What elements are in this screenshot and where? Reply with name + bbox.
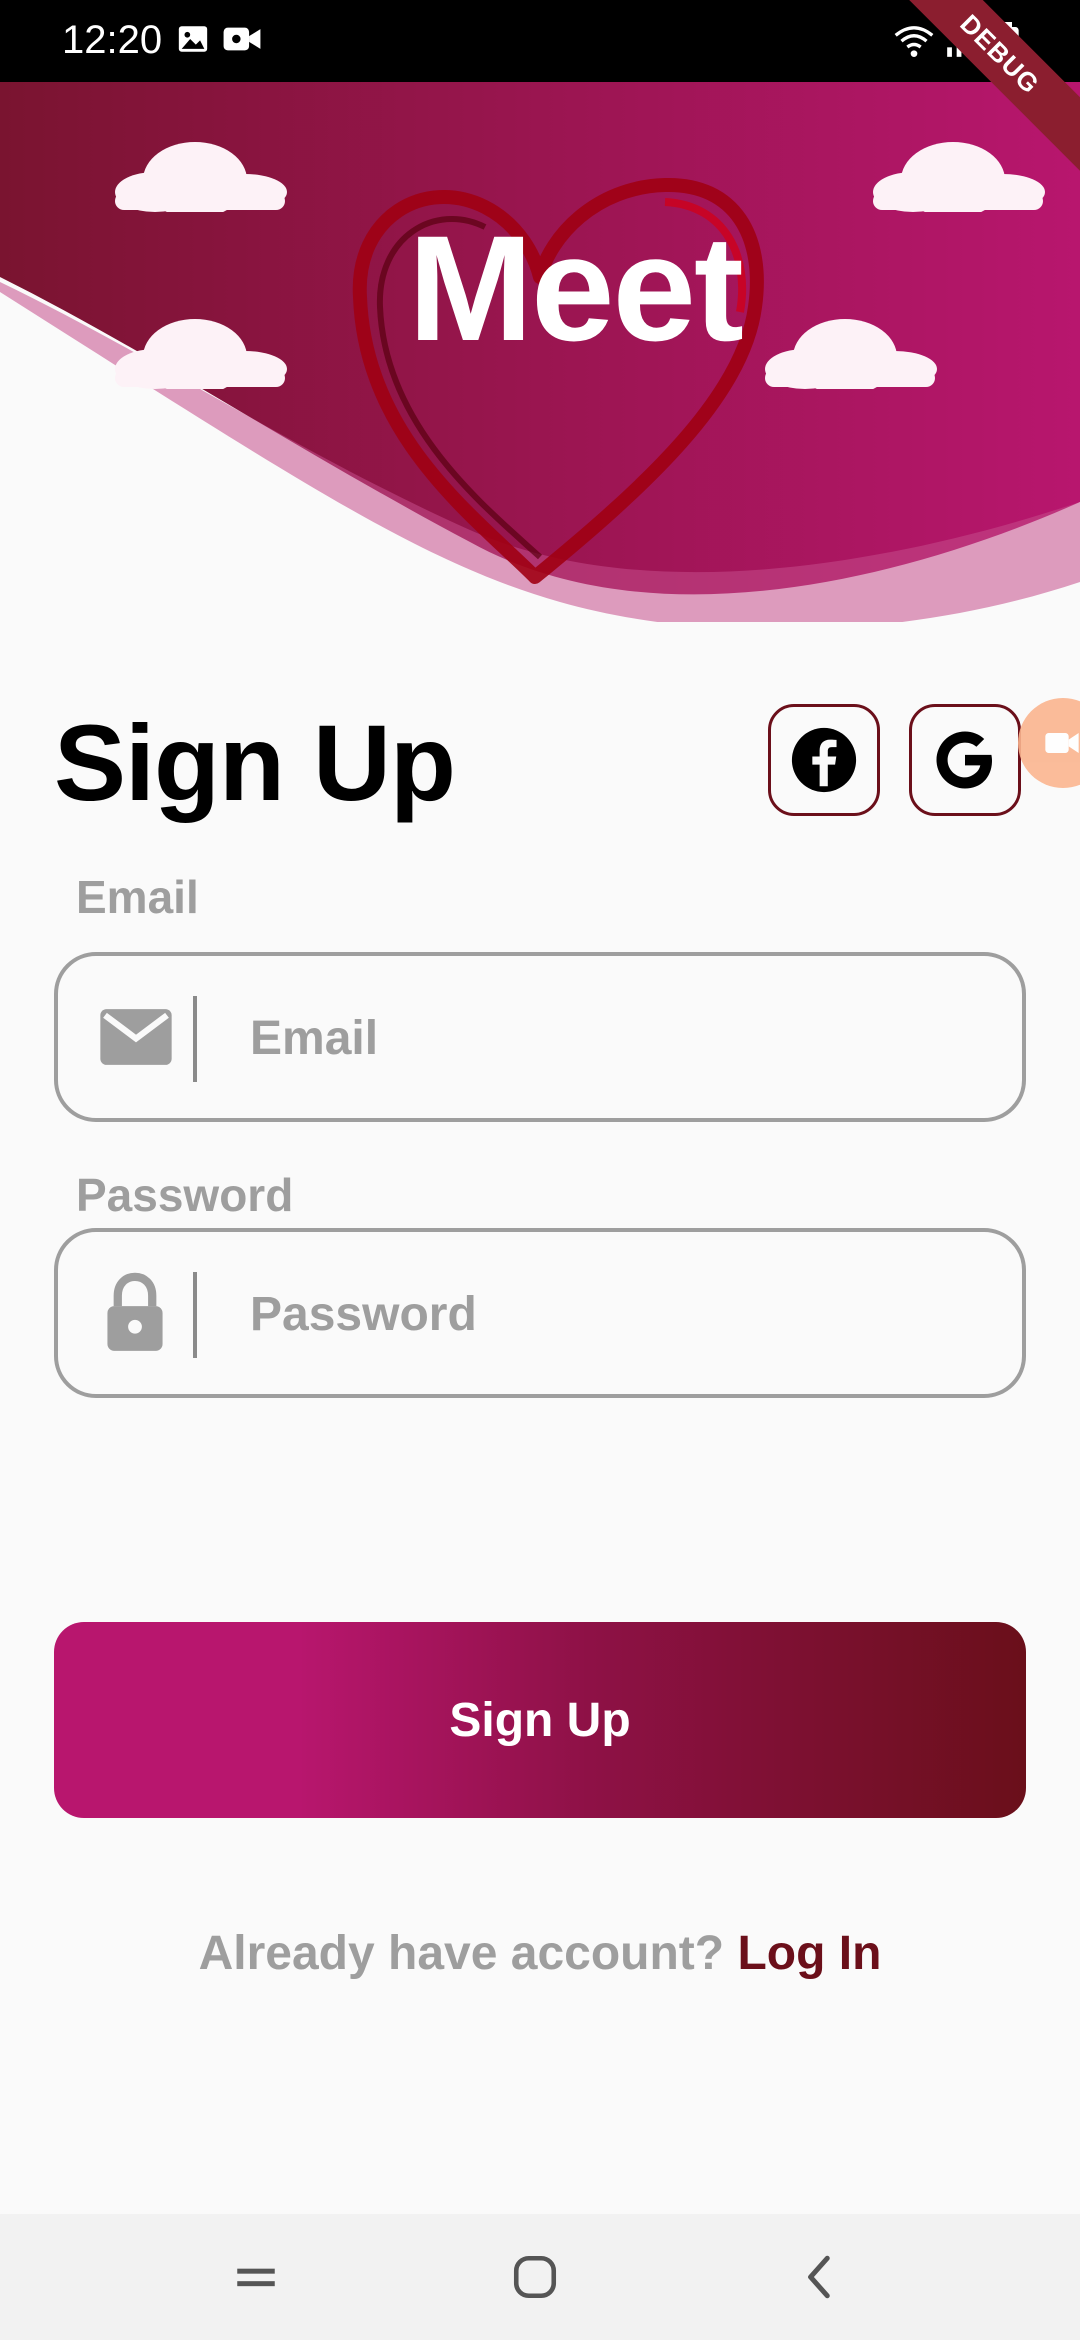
video-icon <box>1045 733 1079 753</box>
password-field[interactable] <box>54 1228 1026 1398</box>
facebook-icon <box>791 727 857 793</box>
login-prompt-row: Already have account? Log In <box>0 1926 1080 1981</box>
back-icon[interactable] <box>796 2252 846 2302</box>
login-prompt-text: Already have account? <box>198 1927 725 1980</box>
password-input[interactable] <box>248 1232 992 1396</box>
cloud-icon <box>115 142 287 212</box>
recents-icon[interactable] <box>228 2252 284 2302</box>
sign-up-button[interactable]: Sign Up <box>54 1622 1026 1818</box>
mail-icon <box>100 1009 172 1065</box>
wifi-icon <box>894 26 934 57</box>
status-bar: 12:20 <box>0 0 1080 82</box>
email-label: Email <box>76 871 199 923</box>
google-login-button[interactable] <box>909 704 1021 816</box>
email-field[interactable] <box>54 952 1026 1122</box>
google-icon <box>936 731 992 789</box>
lock-icon <box>107 1272 163 1351</box>
header-banner: Meet <box>0 82 1080 622</box>
home-icon[interactable] <box>510 2252 560 2302</box>
system-nav-bar <box>0 2214 1080 2340</box>
app-logo-text: Meet <box>408 204 744 372</box>
field-divider <box>193 996 197 1082</box>
floating-overlay-bubble[interactable] <box>1018 698 1080 788</box>
status-time: 12:20 <box>62 18 163 62</box>
image-icon <box>178 26 208 52</box>
cloud-icon <box>873 142 1045 212</box>
cloud-icon <box>115 319 287 389</box>
facebook-login-button[interactable] <box>768 704 880 816</box>
email-input[interactable] <box>248 956 992 1120</box>
field-divider <box>193 1272 197 1358</box>
login-link[interactable]: Log In <box>737 1927 881 1980</box>
password-label: Password <box>76 1169 294 1221</box>
video-icon <box>223 27 261 51</box>
page-title: Sign Up <box>54 702 456 823</box>
